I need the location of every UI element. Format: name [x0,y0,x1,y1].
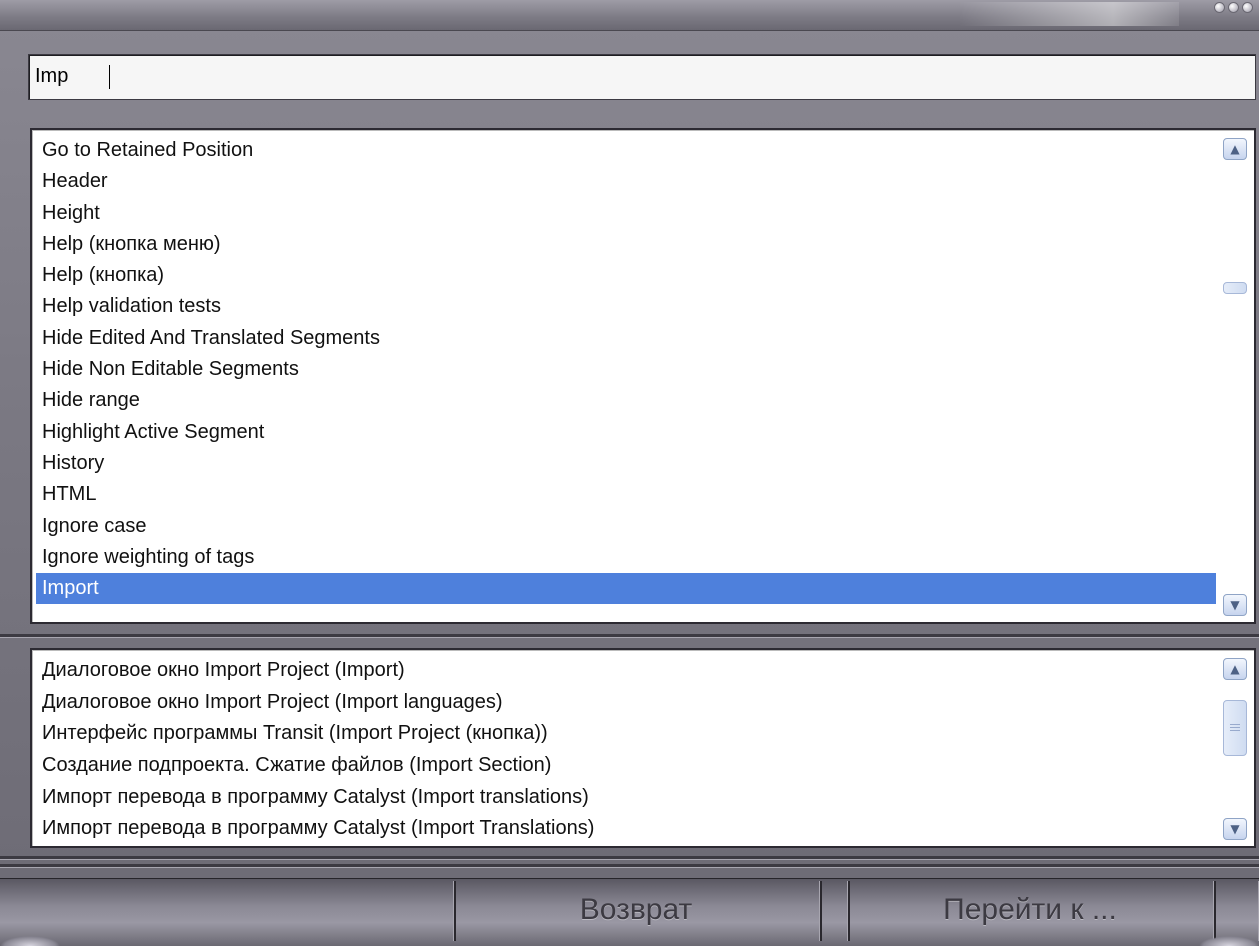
list-item-selected[interactable]: Import [36,573,1216,605]
list-item[interactable]: Highlight Active Segment [36,417,1216,448]
list-item[interactable]: HTML [36,479,1216,510]
list-item[interactable]: Header [36,166,1216,197]
list-item[interactable]: Height [36,198,1216,229]
list-item[interactable]: Импорт перевода в программу Catalyst (Im… [36,782,1216,814]
grip-icon [1230,724,1240,732]
window-control-dot-icon[interactable] [1214,2,1225,13]
goto-button[interactable]: Перейти к ... [850,881,1210,939]
list-item[interactable]: Создание подпроекта. Сжатие файлов (Impo… [36,750,1216,782]
button-bar-segment: Перейти к ... [848,881,1214,941]
list-item[interactable]: Hide range [36,385,1216,416]
chevron-up-icon: ▲ [1230,662,1240,676]
list-item[interactable]: Hide Non Editable Segments [36,354,1216,385]
index-list-items: Go to Retained Position Header Height Help … [36,135,1216,605]
scroll-thumb[interactable] [1223,282,1247,294]
scroll-down-button[interactable]: ▼ [1223,594,1247,616]
divider [0,634,1259,638]
list-item[interactable]: Hide Edited And Translated Segments [36,323,1216,354]
list-item[interactable]: Диалоговое окно Import Project (Import l… [36,687,1216,719]
chevron-down-icon: ▼ [1230,598,1240,612]
list-item[interactable]: Ignore case [36,511,1216,542]
title-bar-highlight [959,2,1179,26]
window-controls [1214,2,1253,13]
list-item[interactable]: Импорт перевода в программу Catalyst (Im… [36,813,1216,845]
window-control-dot-icon[interactable] [1228,2,1239,13]
scroll-up-button[interactable]: ▲ [1223,658,1247,680]
list-item[interactable]: Ignore weighting of tags [36,542,1216,573]
title-bar[interactable] [0,0,1259,31]
chevron-up-icon: ▲ [1230,142,1240,156]
scroll-down-button[interactable]: ▼ [1223,818,1247,840]
scroll-thumb[interactable] [1223,700,1247,756]
text-caret [109,65,110,89]
index-list[interactable]: Go to Retained Position Header Height Help … [30,128,1256,624]
button-bar-segment: Возврат [454,881,820,941]
topics-list[interactable]: Диалоговое окно Import Project (Import) Д… [30,648,1256,848]
chevron-down-icon: ▼ [1230,822,1240,836]
topics-list-items: Диалоговое окно Import Project (Import) Д… [36,655,1216,845]
list-item[interactable]: Интерфейс программы Transit (Import Proj… [36,718,1216,750]
list-item[interactable]: Диалоговое окно Import Project (Import) [36,655,1216,687]
list-item[interactable]: Go to Retained Position [36,135,1216,166]
button-bar-segment [0,881,454,941]
window-control-dot-icon[interactable] [1242,2,1253,13]
button-bar-segment [1214,881,1259,941]
topics-list-scrollbar[interactable]: ▲ ▼ [1220,654,1250,842]
back-button[interactable]: Возврат [456,881,816,939]
search-box[interactable] [28,54,1256,100]
divider [0,856,1259,860]
list-item[interactable]: Help (кнопка) [36,260,1216,291]
list-item[interactable]: Help validation tests [36,291,1216,322]
list-item[interactable]: History [36,448,1216,479]
scroll-up-button[interactable]: ▲ [1223,138,1247,160]
divider [0,864,1259,868]
search-input[interactable] [35,61,1235,91]
help-index-window: Go to Retained PositionHeaderHeightHelp … [0,0,1259,946]
list-item[interactable]: Help (кнопка меню) [36,229,1216,260]
index-list-scrollbar[interactable]: ▲ ▼ [1220,134,1250,618]
button-bar-segment [820,881,848,941]
button-bar: Возврат Перейти к ... [0,878,1259,946]
